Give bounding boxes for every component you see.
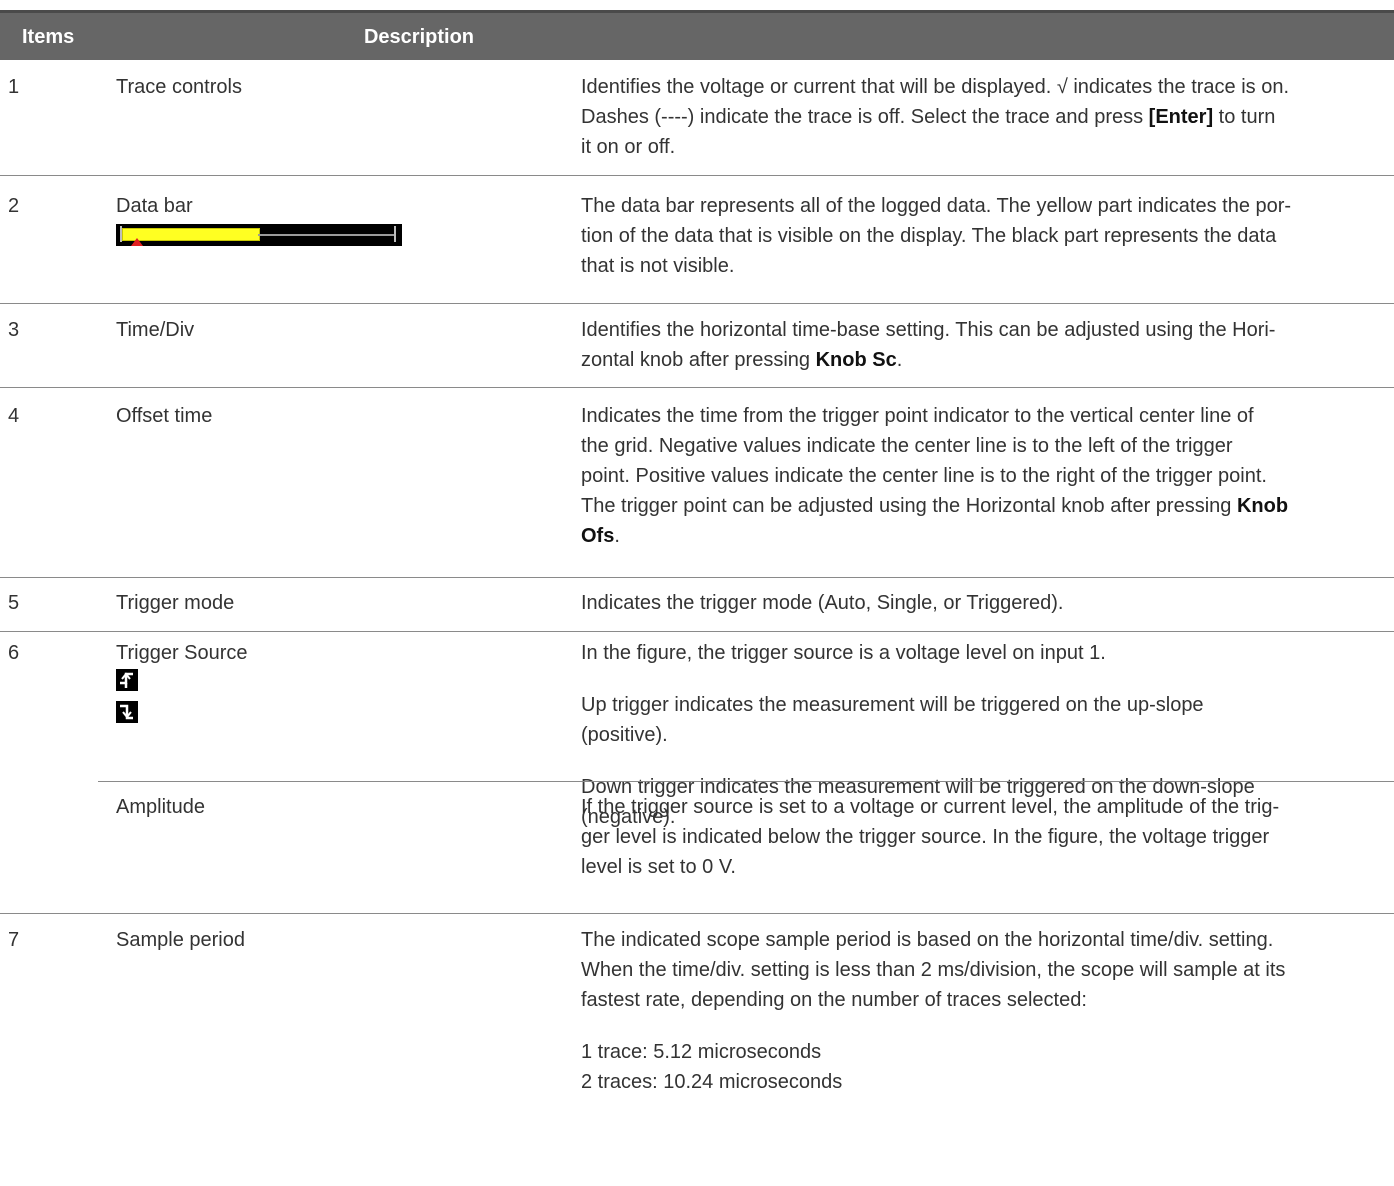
trigger-marker-icon: [131, 238, 143, 246]
row-number: 2: [8, 195, 20, 217]
table-header: Items Description: [0, 10, 1394, 60]
row-description: The indicated scope sample period is bas…: [581, 929, 1286, 1093]
table-row: 7 Sample period The indicated scope samp…: [0, 913, 1394, 1186]
reference-table: Items Description 1 Trace controls Ident…: [0, 0, 1394, 1186]
table-row: 4 Offset time Indicates the time from th…: [0, 387, 1394, 578]
row-description: Identifies the voltage or current that w…: [581, 76, 1290, 158]
row-item: Sample period: [116, 929, 245, 951]
row-number: 5: [8, 592, 20, 614]
row-description: Identifies the horizontal time-base sett…: [581, 319, 1276, 371]
data-bar-image: [116, 224, 402, 246]
row-number: 4: [8, 405, 20, 427]
up-trigger-icon: [116, 669, 138, 691]
row-item: Time/Div: [116, 319, 195, 341]
table-row: 5 Trigger mode Indicates the trigger mod…: [0, 577, 1394, 632]
row-number: 7: [8, 929, 20, 951]
row-item: Trigger mode: [116, 592, 235, 614]
row-item: Data bar: [116, 195, 193, 217]
row-description: The data bar represents all of the logge…: [581, 195, 1292, 277]
down-trigger-icon: [116, 701, 138, 723]
table-row: 6 Trigger Source In the figure, the trig…: [0, 631, 1394, 828]
table-row: 2 Data bar The data bar represents all o…: [0, 175, 1394, 304]
header-description: Description: [363, 26, 475, 48]
table-row: 1 Trace controls Identifies the voltage …: [0, 60, 1394, 176]
row-description: Indicates the time from the trigger poin…: [581, 405, 1289, 547]
row-description: If the trigger source is set to a voltag…: [581, 796, 1280, 878]
row-item: Amplitude: [116, 796, 205, 818]
row-number: 1: [8, 76, 20, 98]
row-item: Trigger Source: [116, 642, 248, 664]
table-row: 3 Time/Div Identifies the horizontal tim…: [0, 303, 1394, 388]
row-number: 6: [8, 642, 20, 664]
row-description: Indicates the trigger mode (Auto, Single…: [581, 592, 1064, 614]
row-item: Offset time: [116, 405, 213, 427]
table-row: Amplitude If the trigger source is set t…: [0, 782, 1394, 914]
row-number: 3: [8, 319, 20, 341]
row-item: Trace controls: [116, 76, 242, 98]
